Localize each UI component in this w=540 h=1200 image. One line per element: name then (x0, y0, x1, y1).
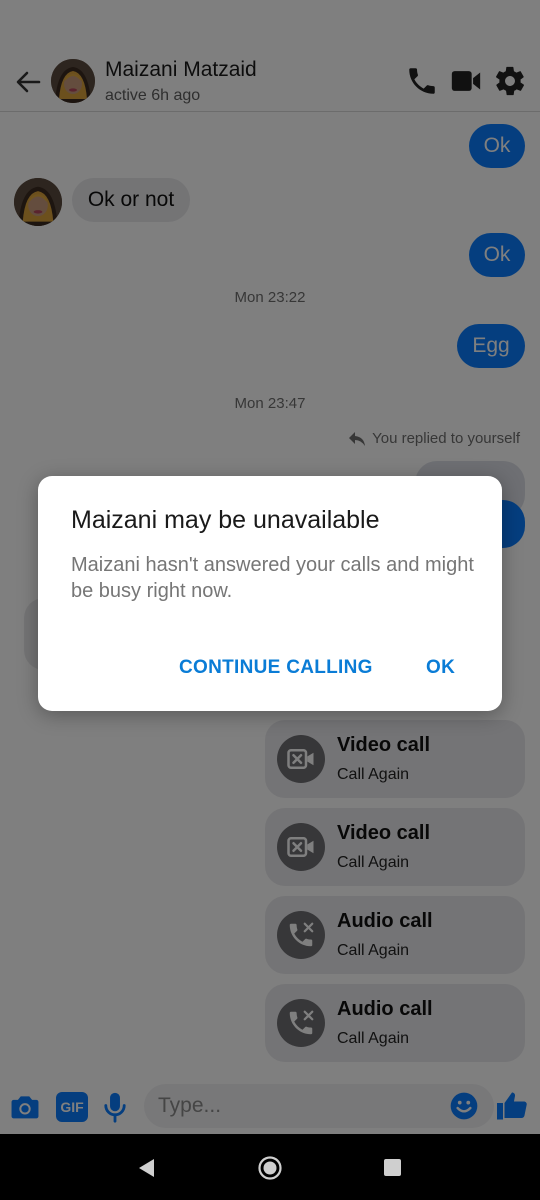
ok-button[interactable]: OK (426, 657, 455, 679)
dialog-title: Maizani may be unavailable (71, 506, 380, 534)
dialog-message: Maizani hasn't answered your calls and m… (71, 554, 474, 602)
messenger-chat-screen: Maizani Matzaid active 6h ago Ok Ok or n… (0, 0, 540, 1200)
continue-calling-button[interactable]: CONTINUE CALLING (179, 657, 373, 679)
nav-recents-icon[interactable] (384, 1159, 401, 1176)
nav-back-icon[interactable] (136, 1157, 156, 1179)
system-navigation-bar (0, 1134, 540, 1200)
unavailable-dialog: Maizani may be unavailable Maizani hasn'… (38, 476, 502, 711)
nav-home-icon[interactable] (257, 1155, 283, 1181)
